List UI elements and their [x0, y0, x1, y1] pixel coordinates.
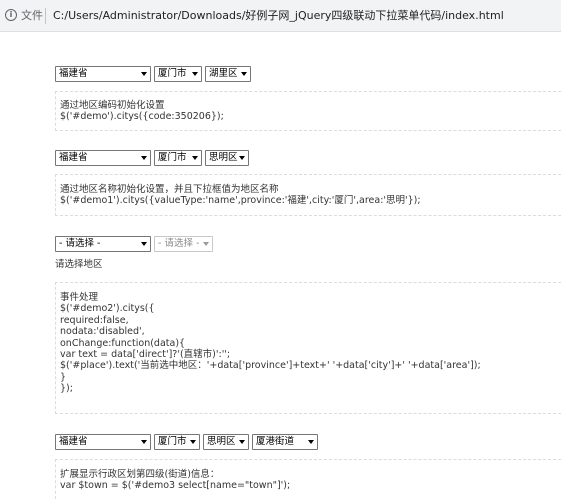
chevron-down-icon: [192, 72, 198, 76]
code-line: var text = data['direct']?'(直辖市)':'';: [60, 349, 231, 361]
url-text[interactable]: C:/Users/Administrator/Downloads/好例子网_jQ…: [53, 9, 504, 23]
chevron-down-icon: [141, 440, 147, 444]
demo3-city-select: - 请选择 -: [154, 236, 213, 252]
demo4-area-select[interactable]: 思明区: [203, 434, 249, 450]
chevron-down-icon: [141, 156, 147, 160]
demo4-code-block: 扩展显示行政区划第四级(街道)信息： var $town = $('#demo3…: [55, 459, 561, 499]
demo1-code-block: 通过地区编码初始化设置 $('#demo').citys({code:35020…: [55, 91, 561, 131]
code-line: 通过地区名称初始化设置，并且下拉框值为地区名称: [60, 184, 279, 195]
code-line: 通过地区编码初始化设置: [60, 100, 165, 111]
chevron-down-icon: [308, 440, 314, 444]
code-line: var $town = $('#demo3 select[name="town"…: [60, 480, 291, 492]
code-line: $('#demo2').citys({: [60, 303, 155, 315]
chevron-down-icon: [239, 440, 245, 444]
chevron-down-icon: [239, 156, 245, 160]
code-line: nodata:'disabled',: [60, 326, 145, 338]
demo3-province-select[interactable]: - 请选择 -: [55, 236, 151, 252]
demo1-province-select[interactable]: 福建省: [55, 66, 151, 82]
demo4-town-select[interactable]: 厦港街道: [252, 434, 318, 450]
chevron-down-icon: [141, 242, 147, 246]
demo2-area-select[interactable]: 思明区: [205, 150, 249, 166]
demo2-code-block: 通过地区名称初始化设置，并且下拉框值为地区名称 $('#demo1').city…: [55, 174, 561, 216]
address-bar[interactable]: i 文件 C:/Users/Administrator/Downloads/好例…: [0, 0, 561, 32]
chevron-down-icon: [141, 72, 147, 76]
demo1-area-select[interactable]: 湖里区: [205, 66, 251, 82]
scheme-label: 文件: [21, 9, 43, 22]
code-line: $('#demo1').citys({valueType:'name',prov…: [60, 195, 421, 207]
code-line: }: [60, 371, 67, 383]
code-line: onChange:function(data){: [60, 337, 186, 349]
code-line: required:false,: [60, 314, 129, 326]
demo3-code-block: 事件处理 $('#demo2').citys({ required:false,…: [55, 282, 561, 414]
code-line: 事件处理: [60, 292, 99, 303]
demo1-city-select[interactable]: 厦门市: [154, 66, 202, 82]
address-separator: [45, 8, 46, 24]
info-icon[interactable]: i: [5, 9, 17, 21]
chevron-down-icon: [192, 156, 198, 160]
demo2-city-select[interactable]: 厦门市: [154, 150, 202, 166]
code-line: });: [60, 383, 73, 395]
code-line: $('#demo').citys({code:350206});: [60, 111, 224, 123]
place-text: 请选择地区: [55, 259, 103, 270]
demo2-province-select[interactable]: 福建省: [55, 150, 151, 166]
demo4-city-select[interactable]: 厦门市: [154, 434, 200, 450]
chevron-down-icon: [241, 72, 247, 76]
chevron-down-icon: [203, 242, 209, 246]
code-line: $('#place').text('当前选中地区：'+data['provinc…: [60, 360, 481, 372]
demo4-province-select[interactable]: 福建省: [55, 434, 151, 450]
chevron-down-icon: [190, 440, 196, 444]
code-line: 扩展显示行政区划第四级(街道)信息：: [60, 469, 220, 480]
